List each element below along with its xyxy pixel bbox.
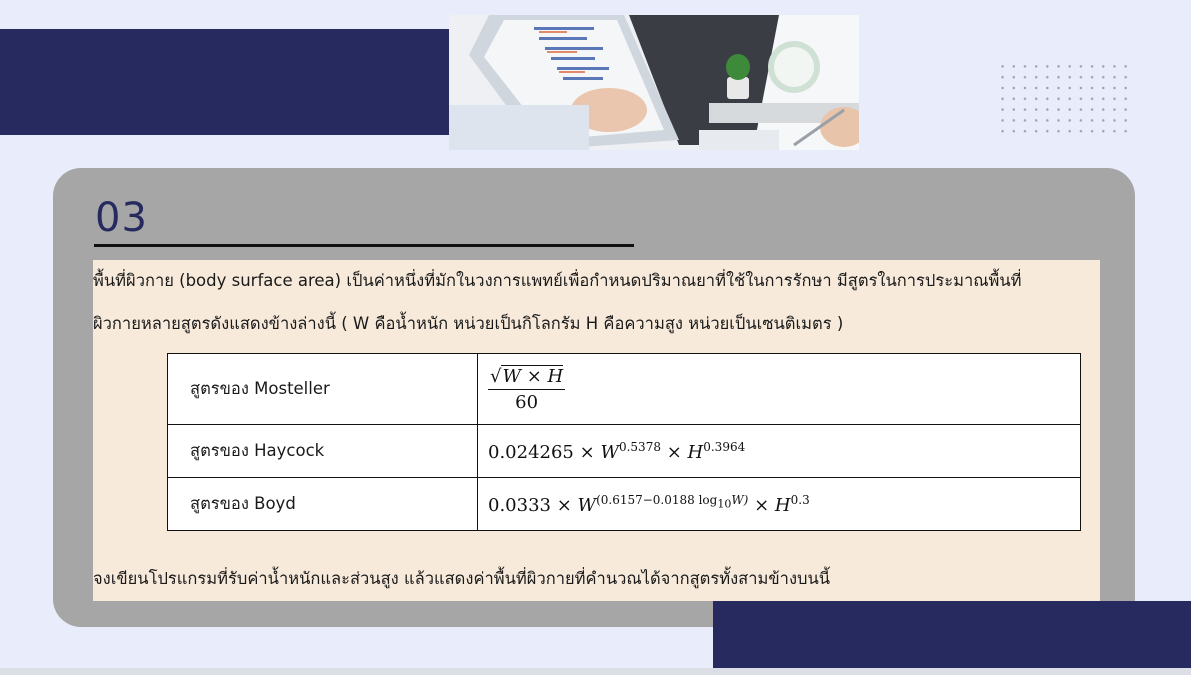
fraction: √W × H 60	[488, 364, 566, 413]
mosteller-formula: √W × H 60	[477, 353, 1081, 425]
bottom-navy-band	[713, 601, 1191, 668]
table-row: สูตรของ Mosteller √W × H 60	[167, 353, 1081, 425]
paragraph-variables: ผิวกายหลายสูตรดังแสดงข้างล่างนี้ ( W คือ…	[93, 314, 844, 333]
fraction-denominator: 60	[515, 391, 539, 413]
problem-document: พื้นที่ผิวกาย (body surface area) เป็นค่…	[93, 260, 1100, 601]
fraction-numerator: √W × H	[488, 364, 566, 390]
bottom-strip	[0, 668, 1191, 675]
table-row: สูตรของ Boyd 0.0333 × W(0.6157−0.0188 lo…	[167, 477, 1081, 531]
formula-name: สูตรของ Boyd	[167, 477, 478, 531]
formula-name: สูตรของ Haycock	[167, 424, 478, 478]
formula-table: สูตรของ Mosteller √W × H 60 สูตรของ Hayc…	[167, 353, 1081, 531]
title-underline	[94, 244, 634, 247]
radicand: W × H	[501, 364, 564, 387]
formula-name: สูตรของ Mosteller	[167, 353, 478, 425]
business-chart-photo	[449, 15, 859, 150]
paragraph-intro: พื้นที่ผิวกาย (body surface area) เป็นค่…	[93, 271, 1022, 290]
slide-number: 03	[95, 195, 148, 241]
top-navy-band	[0, 29, 458, 135]
boyd-formula: 0.0333 × W(0.6157−0.0188 log10W) × H0.3	[477, 477, 1081, 531]
paragraph-task: จงเขียนโปรแกรมที่รับค่าน้ำหนักและส่วนสูง…	[93, 569, 831, 588]
haycock-formula: 0.024265 × W0.5378 × H0.3964	[477, 424, 1081, 478]
table-row: สูตรของ Haycock 0.024265 × W0.5378 × H0.…	[167, 424, 1081, 478]
dot-grid-decoration	[997, 61, 1133, 137]
